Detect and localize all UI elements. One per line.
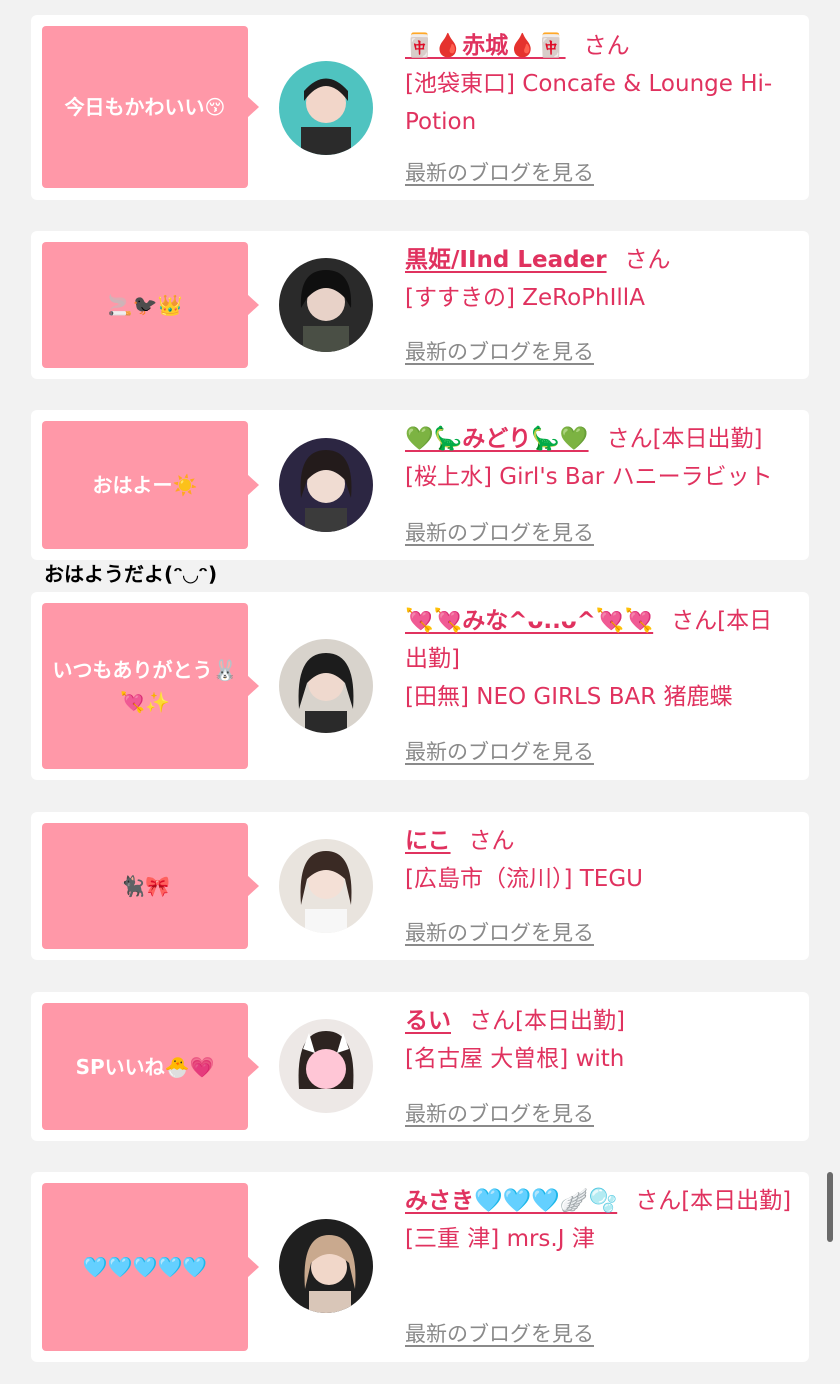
cast-list-page: 今日もかわいい😚 🀄🩸赤城🩸🀄 さん [池袋東口] Concafe & Loung… bbox=[0, 0, 840, 1384]
name-line: 💘💘みな^ᴗ..ᴗ^💘💘 さん[本日出勤] bbox=[405, 602, 795, 678]
cast-name-link[interactable]: るい bbox=[405, 1008, 451, 1034]
comment-bubble: 🐈‍⬛🎀 bbox=[42, 823, 259, 949]
cast-info: 💘💘みな^ᴗ..ᴗ^💘💘 さん[本日出勤] [田無] NEO GIRLS BAR … bbox=[405, 602, 795, 716]
shop-name: [広島市（流川）] TEGU bbox=[405, 866, 643, 892]
comment-text: おはよー☀️ bbox=[92, 473, 198, 497]
latest-blog-link[interactable]: 最新のブログを見る bbox=[405, 1098, 594, 1128]
cast-card: 🐈‍⬛🎀 にこ さん [広島市（流川）] TEGU 最新のブログを見る bbox=[31, 812, 809, 960]
latest-blog-link[interactable]: 最新のブログを見る bbox=[405, 336, 594, 366]
avatar[interactable] bbox=[279, 438, 373, 532]
name-line: るい さん[本日出勤] bbox=[405, 1002, 795, 1040]
name-line: みさき🩵🩵🩵🪽🫧 さん[本日出勤] bbox=[405, 1182, 795, 1220]
comment-bubble: SPいいね🐣💗 bbox=[42, 1003, 259, 1130]
caption-text: おはようだよ(ᵔ◡ᵔ) bbox=[44, 562, 218, 586]
name-line: 💚🦕みどり🦕💚 さん[本日出勤] bbox=[405, 420, 795, 458]
cast-card: いつもありがとう🐰💘✨ 💘💘みな^ᴗ..ᴗ^💘💘 さん[本日出勤] [田無] NE… bbox=[31, 592, 809, 780]
honorific: さん bbox=[468, 828, 515, 854]
cast-name-link[interactable]: 🀄🩸赤城🩸🀄 bbox=[405, 33, 566, 59]
comment-bubble: いつもありがとう🐰💘✨ bbox=[42, 603, 259, 769]
shop-name: [桜上水] Girl's Bar ハニーラビット bbox=[405, 464, 773, 490]
comment-bubble: 🚬🐦‍⬛👑 bbox=[42, 242, 259, 368]
cast-info: 🀄🩸赤城🩸🀄 さん [池袋東口] Concafe & Lounge Hi-Poti… bbox=[405, 27, 795, 141]
name-line: にこ さん bbox=[405, 822, 795, 860]
avatar[interactable] bbox=[279, 1019, 373, 1113]
honorific: さん[本日出勤] bbox=[635, 1188, 792, 1214]
latest-blog-link[interactable]: 最新のブログを見る bbox=[405, 1318, 594, 1348]
shop-name: [すすきの] ZeRoPhIllA bbox=[405, 285, 645, 311]
cast-card: おはよー☀️ 💚🦕みどり🦕💚 さん[本日出勤] [桜上水] Girl's Bar … bbox=[31, 410, 809, 560]
shop-name: [三重 津] mrs.J 津 bbox=[405, 1226, 595, 1252]
scrollbar[interactable] bbox=[827, 1172, 833, 1242]
comment-bubble: 今日もかわいい😚 bbox=[42, 26, 259, 188]
avatar[interactable] bbox=[279, 639, 373, 733]
latest-blog-link[interactable]: 最新のブログを見る bbox=[405, 157, 594, 187]
shop-name: [田無] NEO GIRLS BAR 猪鹿蝶 bbox=[405, 684, 733, 710]
shop-name: [名古屋 大曽根] with bbox=[405, 1046, 625, 1072]
avatar[interactable] bbox=[279, 1219, 373, 1313]
cast-card: 🚬🐦‍⬛👑 黒姫/IInd Leader さん [すすきの] ZeRoPhIllA… bbox=[31, 231, 809, 379]
name-line: 🀄🩸赤城🩸🀄 さん bbox=[405, 27, 795, 65]
cast-info: 黒姫/IInd Leader さん [すすきの] ZeRoPhIllA bbox=[405, 241, 795, 317]
cast-name-link[interactable]: 💘💘みな^ᴗ..ᴗ^💘💘 bbox=[405, 608, 653, 634]
comment-text: いつもありがとう🐰💘✨ bbox=[52, 658, 238, 714]
cast-name-link[interactable]: 黒姫/IInd Leader bbox=[405, 247, 607, 273]
comment-text: SPいいね🐣💗 bbox=[75, 1054, 215, 1079]
cast-card: SPいいね🐣💗 るい さん[本日出勤] [名古屋 大曽根] with 最新のブログ… bbox=[31, 992, 809, 1141]
latest-blog-link[interactable]: 最新のブログを見る bbox=[405, 736, 594, 766]
cast-info: 💚🦕みどり🦕💚 さん[本日出勤] [桜上水] Girl's Bar ハニーラビット bbox=[405, 420, 795, 496]
latest-blog-link[interactable]: 最新のブログを見る bbox=[405, 517, 594, 547]
honorific: さん[本日出勤] bbox=[469, 1008, 625, 1034]
cast-info: るい さん[本日出勤] [名古屋 大曽根] with bbox=[405, 1002, 795, 1078]
comment-text: 🩵🩵🩵🩵🩵 bbox=[82, 1255, 208, 1279]
honorific: さん bbox=[583, 33, 630, 59]
cast-info: にこ さん [広島市（流川）] TEGU bbox=[405, 822, 795, 898]
latest-blog-link[interactable]: 最新のブログを見る bbox=[405, 917, 594, 947]
honorific: さん bbox=[624, 247, 671, 273]
cast-name-link[interactable]: にこ bbox=[405, 828, 451, 854]
comment-bubble: おはよー☀️ bbox=[42, 421, 259, 549]
cast-name-link[interactable]: 💚🦕みどり🦕💚 bbox=[405, 426, 589, 452]
cast-name-link[interactable]: みさき🩵🩵🩵🪽🫧 bbox=[405, 1188, 617, 1214]
avatar[interactable] bbox=[279, 258, 373, 352]
cast-info: みさき🩵🩵🩵🪽🫧 さん[本日出勤] [三重 津] mrs.J 津 bbox=[405, 1182, 795, 1258]
comment-text: 🐈‍⬛🎀 bbox=[120, 874, 170, 898]
honorific: さん[本日出勤] bbox=[606, 426, 763, 452]
comment-text: 🚬🐦‍⬛👑 bbox=[107, 293, 183, 317]
cast-card: 今日もかわいい😚 🀄🩸赤城🩸🀄 さん [池袋東口] Concafe & Loung… bbox=[31, 15, 809, 200]
avatar[interactable] bbox=[279, 61, 373, 155]
name-line: 黒姫/IInd Leader さん bbox=[405, 241, 795, 279]
comment-text: 今日もかわいい😚 bbox=[64, 95, 226, 119]
comment-bubble: 🩵🩵🩵🩵🩵 bbox=[42, 1183, 259, 1351]
shop-name: [池袋東口] Concafe & Lounge Hi-Potion bbox=[405, 71, 773, 135]
avatar[interactable] bbox=[279, 839, 373, 933]
cast-card: 🩵🩵🩵🩵🩵 みさき🩵🩵🩵🪽🫧 さん[本日出勤] [三重 津] mrs.J 津 最新… bbox=[31, 1172, 809, 1362]
